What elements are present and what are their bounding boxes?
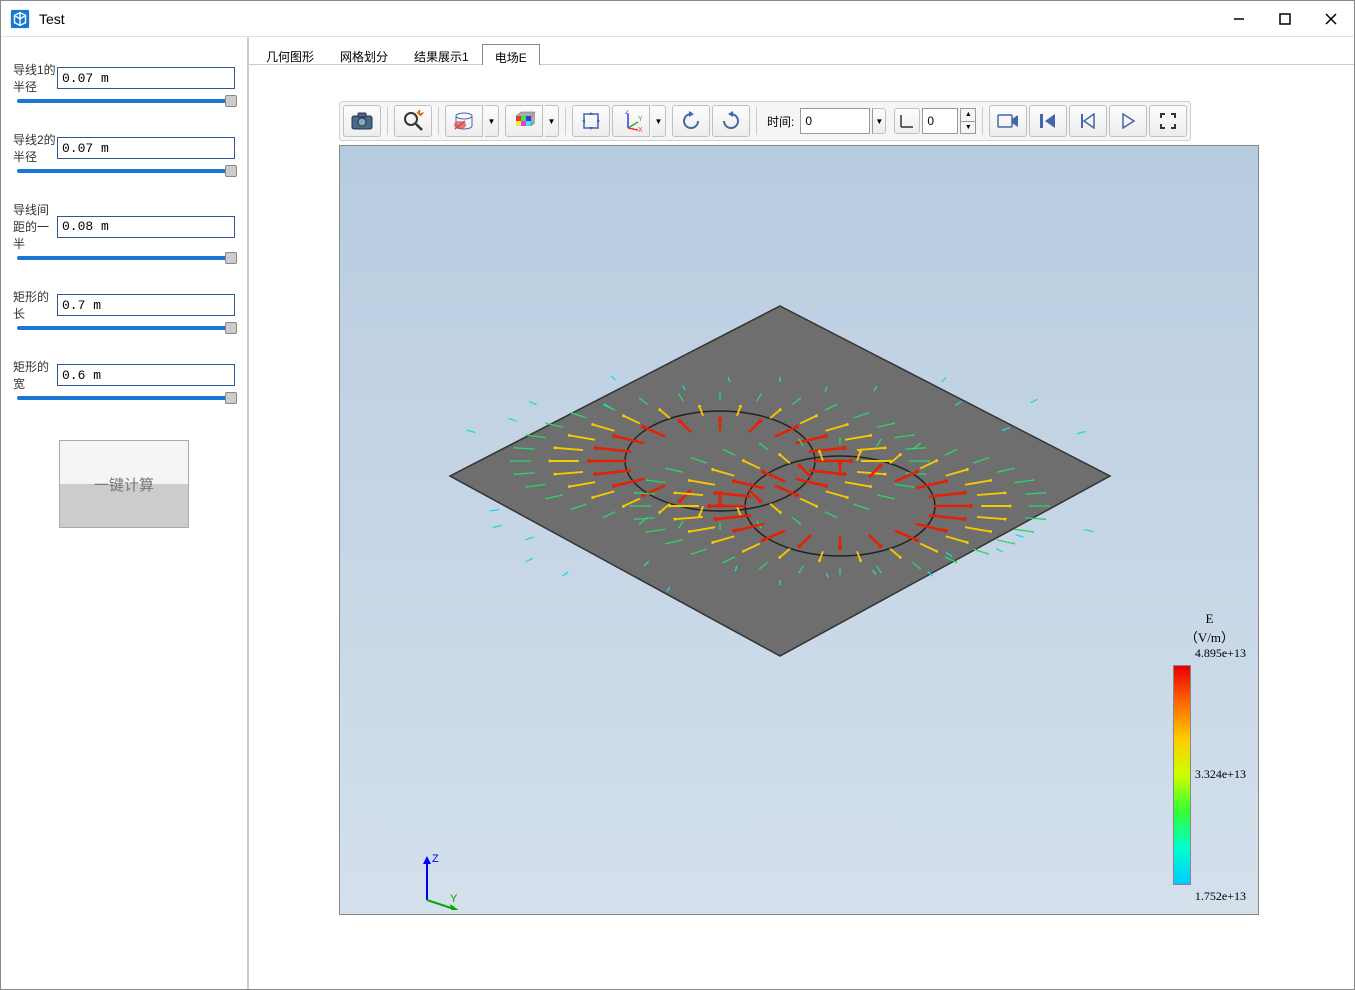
separator bbox=[387, 107, 388, 135]
legend-max: 4.895e+13 bbox=[1173, 646, 1246, 661]
window-title: Test bbox=[39, 11, 1216, 27]
slider-thumb[interactable] bbox=[225, 252, 237, 264]
wire2-radius-input[interactable] bbox=[57, 137, 235, 159]
svg-text:Y: Y bbox=[638, 116, 642, 123]
svg-text:Z: Z bbox=[625, 110, 630, 116]
rect-length-input[interactable] bbox=[57, 294, 235, 316]
time-dropdown[interactable]: ▼ bbox=[872, 108, 886, 134]
slider-thumb[interactable] bbox=[225, 322, 237, 334]
first-frame-icon[interactable] bbox=[1029, 105, 1067, 137]
slider-thumb[interactable] bbox=[225, 165, 237, 177]
rotate-cw-icon[interactable] bbox=[672, 105, 710, 137]
visualization-area: ▼ ▼ ZYX ▼ 时间: ▼ ▲ bbox=[249, 65, 1354, 989]
rect-width-slider[interactable] bbox=[17, 396, 231, 400]
param-rect-length: 矩形的长 bbox=[13, 288, 235, 330]
tab-mesh[interactable]: 网格划分 bbox=[327, 43, 401, 64]
record-icon[interactable] bbox=[989, 105, 1027, 137]
axis-icon[interactable]: Z YX bbox=[612, 105, 650, 137]
app-icon bbox=[9, 8, 31, 30]
content: 导线1的半径 导线2的半径 导线间距的一半 bbox=[1, 37, 1354, 989]
half-spacing-input[interactable] bbox=[57, 216, 235, 238]
slider-thumb[interactable] bbox=[225, 95, 237, 107]
camera-icon[interactable] bbox=[343, 105, 381, 137]
transparency-icon[interactable] bbox=[445, 105, 483, 137]
angle-icon[interactable] bbox=[894, 108, 920, 134]
field-plot bbox=[440, 296, 1120, 666]
rotate-ccw-icon[interactable] bbox=[712, 105, 750, 137]
param-wire2-radius: 导线2的半径 bbox=[13, 131, 235, 173]
param-label: 矩形的长 bbox=[13, 288, 57, 322]
compute-button[interactable]: 一键计算 bbox=[59, 440, 189, 528]
legend-min: 1.752e+13 bbox=[1173, 889, 1246, 904]
transparency-dropdown[interactable]: ▼ bbox=[485, 105, 499, 137]
sidebar: 导线1的半径 导线2的半径 导线间距的一半 bbox=[1, 37, 249, 989]
wire1-radius-input[interactable] bbox=[57, 67, 235, 89]
maximize-button[interactable] bbox=[1262, 1, 1308, 37]
prev-frame-icon[interactable] bbox=[1069, 105, 1107, 137]
param-rect-width: 矩形的宽 bbox=[13, 358, 235, 400]
slider-thumb[interactable] bbox=[225, 392, 237, 404]
svg-text:Y: Y bbox=[450, 893, 458, 905]
param-label: 导线1的半径 bbox=[13, 61, 57, 95]
tab-efield[interactable]: 电场E bbox=[482, 44, 540, 65]
rect-width-input[interactable] bbox=[57, 364, 235, 386]
separator bbox=[438, 107, 439, 135]
time-field[interactable] bbox=[800, 108, 870, 134]
app-window: Test 导线1的半径 导线2的半径 bbox=[0, 0, 1355, 990]
separator bbox=[982, 107, 983, 135]
frame-field[interactable] bbox=[922, 108, 958, 134]
color-legend: E （V/m） 4.895e+13 . 3.324e+13 . 1.752e+1… bbox=[1173, 611, 1246, 904]
tab-geometry[interactable]: 几何图形 bbox=[253, 43, 327, 64]
param-label: 导线间距的一半 bbox=[13, 201, 57, 252]
tabs: 几何图形 网格划分 结果展示1 电场E bbox=[249, 37, 1354, 65]
legend-unit: （V/m） bbox=[1173, 627, 1246, 646]
legend-mid: 3.324e+13 bbox=[1195, 767, 1246, 782]
stepper-down[interactable]: ▼ bbox=[961, 122, 975, 134]
rect-length-slider[interactable] bbox=[17, 326, 231, 330]
pan-icon[interactable] bbox=[572, 105, 610, 137]
separator bbox=[756, 107, 757, 135]
svg-text:X: X bbox=[638, 127, 642, 132]
canvas[interactable]: Z Y E （V/m） 4.895e+13 . 3.324e+13 bbox=[339, 145, 1259, 915]
half-spacing-slider[interactable] bbox=[17, 256, 231, 260]
wire1-radius-slider[interactable] bbox=[17, 99, 231, 103]
param-half-spacing: 导线间距的一半 bbox=[13, 201, 235, 260]
minimize-button[interactable] bbox=[1216, 1, 1262, 37]
stepper-up[interactable]: ▲ bbox=[961, 109, 975, 122]
svg-text:Z: Z bbox=[432, 853, 439, 865]
separator bbox=[565, 107, 566, 135]
legend-title: E bbox=[1173, 611, 1246, 627]
titlebar[interactable]: Test bbox=[1, 1, 1354, 37]
play-icon[interactable] bbox=[1109, 105, 1147, 137]
param-wire1-radius: 导线1的半径 bbox=[13, 61, 235, 103]
main-panel: 几何图形 网格划分 结果展示1 电场E ▼ ▼ ZYX bbox=[249, 37, 1354, 989]
legend-colorbar bbox=[1173, 665, 1191, 885]
color-dropdown[interactable]: ▼ bbox=[545, 105, 559, 137]
param-label: 矩形的宽 bbox=[13, 358, 57, 392]
window-controls bbox=[1216, 1, 1354, 37]
wire2-radius-slider[interactable] bbox=[17, 169, 231, 173]
toolbar: ▼ ▼ Z YX ▼ 时间: ▼ ▲ bbox=[339, 101, 1191, 141]
zoom-icon[interactable] bbox=[394, 105, 432, 137]
axis-gizmo: Z Y bbox=[412, 850, 472, 910]
close-button[interactable] bbox=[1308, 1, 1354, 37]
time-label: 时间: bbox=[767, 113, 794, 130]
fullscreen-icon[interactable] bbox=[1149, 105, 1187, 137]
color-cube-icon[interactable] bbox=[505, 105, 543, 137]
tab-results1[interactable]: 结果展示1 bbox=[401, 43, 482, 64]
param-label: 导线2的半径 bbox=[13, 131, 57, 165]
axis-dropdown[interactable]: ▼ bbox=[652, 105, 666, 137]
